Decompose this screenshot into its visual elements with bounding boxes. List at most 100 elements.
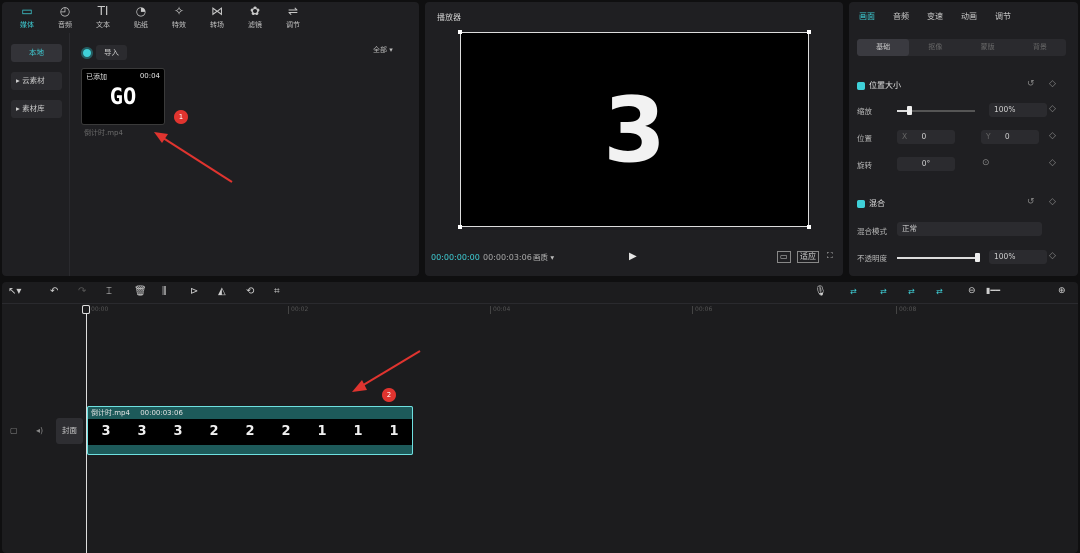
slider-knob[interactable] — [906, 106, 912, 115]
total-time: 00:00:03:06 — [483, 253, 532, 262]
track-audio-icon[interactable]: ◂) — [36, 426, 43, 435]
opacity-slider[interactable] — [897, 253, 980, 262]
slider-knob[interactable] — [975, 253, 980, 262]
opacity-label: 不透明度 — [857, 254, 887, 263]
rotate-icon[interactable]: ⊙ — [982, 158, 990, 168]
audio-icon: ◴ — [59, 3, 71, 18]
undo-icon[interactable]: ↶ — [50, 286, 58, 297]
keyframe-icon[interactable]: ◇ — [1049, 158, 1056, 168]
tab-transition[interactable]: ⋈ 转场 — [198, 2, 236, 32]
zoom-in-icon[interactable]: ⊕ — [1058, 286, 1066, 296]
import-button[interactable]: 导入 — [96, 45, 127, 60]
checkbox[interactable] — [857, 199, 865, 208]
clip-name: 倒计时.mp4 — [91, 409, 130, 417]
import-row: 导入 — [83, 45, 127, 60]
crop-icon[interactable]: ⌗ — [274, 286, 280, 297]
subtab-basic[interactable]: 基础 — [857, 39, 910, 56]
subtab-background[interactable]: 背景 — [1014, 39, 1066, 56]
sidebar-item-local[interactable]: 本地 — [11, 44, 62, 62]
position-y-field[interactable]: Y 0 — [981, 130, 1039, 144]
playhead-handle[interactable] — [82, 305, 90, 314]
preview-frame-text: 3 — [603, 78, 666, 183]
resize-handle[interactable] — [807, 30, 811, 34]
text-icon: TI — [97, 3, 109, 18]
media-thumbnail[interactable]: 已添加 00:04 GO — [81, 68, 165, 125]
magnet-icon[interactable]: ⇄ — [880, 287, 887, 296]
sort-dropdown[interactable]: 全部 ▾ — [373, 45, 393, 55]
frame-thumb: 1 — [353, 424, 363, 439]
track-lock-icon[interactable]: ▢ — [10, 426, 18, 435]
split-icon[interactable]: ⌶ — [106, 286, 112, 297]
link-icon[interactable]: ⇄ — [850, 287, 857, 296]
freeze-icon[interactable]: ⫼ — [162, 286, 167, 297]
thumb-preview-text: GO — [109, 85, 137, 110]
ruler-tick: 00:04 — [490, 306, 510, 314]
tab-text[interactable]: TI 文本 — [84, 2, 122, 32]
scale-slider[interactable] — [897, 106, 975, 115]
reset-icon[interactable]: ↺ — [1027, 79, 1035, 89]
ruler-tick: 00:02 — [288, 306, 308, 314]
delete-icon[interactable]: 🗑 — [134, 286, 147, 297]
frame-thumb: 2 — [245, 424, 255, 439]
ratio-button[interactable]: 适应 — [797, 251, 819, 263]
frame-thumb: 1 — [389, 424, 399, 439]
tab-audio[interactable]: ◴ 音频 — [46, 2, 84, 32]
rotate-icon[interactable]: ⟲ — [246, 286, 254, 297]
position-x-field[interactable]: X 0 — [897, 130, 955, 144]
redo-icon[interactable]: ↷ — [78, 286, 86, 297]
timeline-panel: ↖▾ ↶ ↷ ⌶ 🗑 ⫼ ⊳ ◭ ⟲ ⌗ 🎙 ⇄ ⇄ ⇄ ⇄ ⊖ ▮━━ ⊕ 0… — [2, 282, 1078, 553]
select-tool-icon[interactable]: ↖▾ — [8, 286, 21, 297]
keyframe-icon[interactable]: ◇ — [1049, 251, 1056, 261]
keyframe-icon[interactable]: ◇ — [1049, 104, 1056, 114]
rotation-field[interactable]: 0° — [897, 157, 955, 171]
reset-icon[interactable]: ↺ — [1027, 197, 1035, 207]
zoom-slider[interactable]: ▮━━ — [986, 286, 1000, 295]
keyframe-icon[interactable]: ◇ — [1049, 131, 1056, 141]
zoom-out-icon[interactable]: ⊖ — [968, 286, 976, 296]
mirror-icon[interactable]: ◭ — [218, 286, 226, 297]
checkbox[interactable] — [857, 81, 865, 90]
subtab-keying[interactable]: 抠像 — [909, 39, 961, 56]
opacity-field[interactable]: 100% — [989, 250, 1047, 264]
play-button[interactable]: ▶ — [629, 251, 637, 262]
quality-dropdown[interactable]: 画质 ▾ — [533, 252, 554, 263]
tab-effects[interactable]: ✧ 特效 — [160, 2, 198, 32]
preview-axis-icon[interactable]: ⇄ — [936, 287, 943, 296]
resize-handle[interactable] — [458, 30, 462, 34]
sidebar-item-cloud[interactable]: ▸ 云素材 — [11, 72, 62, 90]
cover-button[interactable]: 封面 — [56, 418, 83, 444]
sidebar-item-library[interactable]: ▸ 素材库 — [11, 100, 62, 118]
tab-speed[interactable]: 变速 — [927, 11, 943, 22]
tab-adjust-props[interactable]: 调节 — [995, 11, 1011, 22]
fullscreen-icon[interactable]: ⛶ — [825, 251, 835, 261]
tab-adjust[interactable]: ⇌ 调节 — [274, 2, 312, 32]
adjust-icon: ⇌ — [287, 3, 299, 18]
keyframe-icon[interactable]: ◇ — [1049, 79, 1056, 89]
properties-panel: 画面 音频 变速 动画 调节 基础 抠像 蒙版 背景 位置大小 ↺ ◇ 缩放 1… — [849, 2, 1078, 276]
blend-mode-select[interactable]: 正常 — [897, 222, 1042, 236]
clip-duration: 00:00:03:06 — [140, 409, 183, 417]
added-status: 已添加 — [86, 73, 107, 81]
tab-picture[interactable]: 画面 — [859, 11, 875, 22]
filter-icon: ✿ — [249, 3, 261, 18]
playhead[interactable] — [86, 306, 87, 553]
media-sidebar: 本地 ▸ 云素材 ▸ 素材库 — [2, 33, 70, 276]
subtab-mask[interactable]: 蒙版 — [962, 39, 1014, 56]
scale-field[interactable]: 100% — [989, 103, 1047, 117]
tab-sticker[interactable]: ◔ 贴纸 — [122, 2, 160, 32]
tab-audio-props[interactable]: 音频 — [893, 11, 909, 22]
microphone-icon[interactable]: 🎙 — [814, 286, 827, 297]
resize-handle[interactable] — [807, 225, 811, 229]
screen-ratio-icon[interactable]: ▭ — [777, 251, 791, 263]
tab-media[interactable]: ▭ 媒体 — [8, 2, 46, 32]
video-clip[interactable]: 倒计时.mp4 00:00:03:06 3 3 3 2 2 2 1 1 1 — [87, 406, 413, 455]
position-label: 位置 — [857, 134, 872, 143]
snap-icon[interactable]: ⇄ — [908, 287, 915, 296]
reverse-icon[interactable]: ⊳ — [190, 286, 198, 297]
keyframe-icon[interactable]: ◇ — [1049, 197, 1056, 207]
resize-handle[interactable] — [458, 225, 462, 229]
player-canvas[interactable]: 3 — [458, 30, 811, 229]
tab-filter[interactable]: ✿ 滤镜 — [236, 2, 274, 32]
section-position-size: 位置大小 — [857, 80, 901, 91]
tab-animation[interactable]: 动画 — [961, 11, 977, 22]
